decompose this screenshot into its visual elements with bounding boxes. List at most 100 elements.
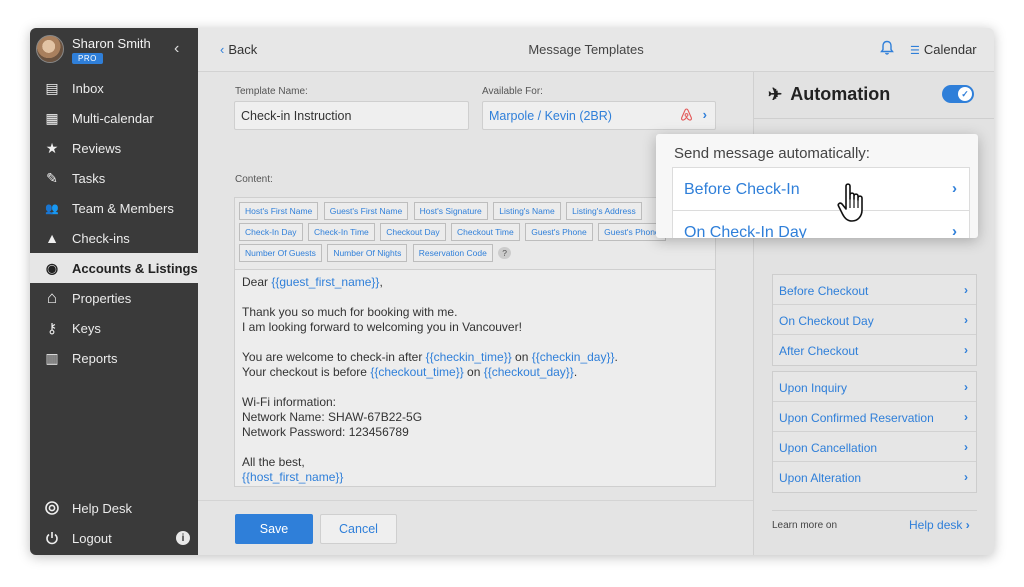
template-name-input[interactable]: Check-in Instruction <box>234 101 469 130</box>
tag-number-of-guests[interactable]: Number Of Guests <box>239 244 322 262</box>
help-icon[interactable]: ? <box>498 247 512 259</box>
tag-checkout-day[interactable]: Checkout Day <box>380 223 446 241</box>
trigger-label: Upon Confirmed Reservation <box>779 411 934 425</box>
trigger-before-checkout[interactable]: Before Checkout › <box>773 275 976 305</box>
sidebar-item-team-members[interactable]: 👥 Team & Members <box>30 193 198 223</box>
sidebar-item-label: Multi-calendar <box>72 110 154 126</box>
chevron-right-icon: › <box>964 380 968 394</box>
trigger-on-checkout-day[interactable]: On Checkout Day › <box>773 305 976 335</box>
tag-check-in-day[interactable]: Check-In Day <box>239 223 303 241</box>
variable-token: {{checkout_day}} <box>483 365 574 379</box>
calendar-grid-icon: ▦ <box>45 109 59 126</box>
power-icon <box>44 530 60 546</box>
learn-more-text: Learn more on <box>772 520 838 531</box>
chevron-right-icon: › <box>965 518 970 532</box>
pro-badge: PRO <box>72 53 103 64</box>
variable-token: {{checkin_time}} <box>425 350 512 364</box>
tag-hosts-first-name[interactable]: Host's First Name <box>239 202 319 220</box>
signoff-text: All the best, <box>242 455 305 469</box>
tasks-icon: ✎ <box>46 169 58 186</box>
sidebar-item-reviews[interactable]: ★ Reviews <box>30 133 198 163</box>
collapse-sidebar-icon[interactable]: ‹ <box>174 40 179 58</box>
tag-guests-first-name[interactable]: Guest's First Name <box>323 202 409 220</box>
calendar-link[interactable]: ☰ Calendar <box>910 42 977 57</box>
sidebar-nav: ▤ Inbox ▦ Multi-calendar ★ Reviews ✎ Tasks 👥… <box>30 73 198 373</box>
tag-listings-address[interactable]: Listing's Address <box>566 202 642 220</box>
tag-listings-name[interactable]: Listing's Name <box>493 202 561 220</box>
info-icon[interactable]: i <box>176 531 190 545</box>
tag-check-in-time[interactable]: Check-In Time <box>307 223 375 241</box>
available-for-label: Available For: <box>482 86 543 97</box>
hand-cursor-icon <box>837 183 863 222</box>
chevron-right-icon: › <box>964 283 968 297</box>
tag-hosts-signature[interactable]: Host's Signature <box>413 202 488 220</box>
page-title: Message Templates <box>528 42 644 57</box>
thanks-paragraph: Thank you so much for booking with me. I … <box>242 305 708 335</box>
message-body-editor[interactable]: Dear {{guest_first_name}}, Thank you so … <box>234 269 716 487</box>
on-text: on <box>511 350 532 364</box>
save-button[interactable]: Save <box>235 514 313 544</box>
tag-reservation-code[interactable]: Reservation Code <box>412 244 493 262</box>
trigger-label: Before Checkout <box>779 284 869 298</box>
sidebar-item-keys[interactable]: ⚷ Keys <box>30 313 198 343</box>
checkin-text: You are welcome to check-in after <box>242 350 426 364</box>
chevron-right-icon: › <box>964 410 968 424</box>
variable-token: {{checkout_time}} <box>370 365 464 379</box>
trigger-upon-alteration[interactable]: Upon Alteration › <box>773 462 976 492</box>
form-footer: Save Cancel <box>198 500 753 555</box>
popup-option-on-check-in-day[interactable]: On Check-In Day › <box>672 210 970 238</box>
greeting-text: Dear <box>242 275 272 289</box>
sidebar-item-label: Inbox <box>72 80 104 96</box>
wifi-name: Network Name: SHAW-67B22-5G <box>242 410 423 424</box>
period: . <box>614 350 618 364</box>
sidebar-item-multi-calendar[interactable]: ▦ Multi-calendar <box>30 103 198 133</box>
tag-guests-phone[interactable]: Guest's Phone <box>525 223 593 241</box>
sidebar-item-inbox[interactable]: ▤ Inbox <box>30 73 198 103</box>
calendar-search-icon: ☰ <box>910 45 920 57</box>
top-header: ‹ Back Message Templates ☰ Calendar <box>198 28 994 72</box>
user-profile[interactable]: Sharon Smith PRO ‹ <box>30 28 198 72</box>
home-icon: ⌂ <box>46 288 58 307</box>
cancel-button[interactable]: Cancel <box>320 514 397 544</box>
popup-title: Send message automatically: <box>674 145 870 162</box>
airbnb-icon <box>680 108 693 124</box>
reports-icon: ▥ <box>45 349 59 366</box>
sidebar-item-accounts-listings[interactable]: ◉ Accounts & Listings <box>30 253 198 283</box>
trigger-upon-inquiry[interactable]: Upon Inquiry › <box>773 372 976 402</box>
popup-option-before-check-in[interactable]: Before Check-In › <box>672 167 970 211</box>
sidebar-item-tasks[interactable]: ✎ Tasks <box>30 163 198 193</box>
available-for-select[interactable]: Marpole / Kevin (2BR) › <box>482 101 716 130</box>
option-label: Before Check-In <box>684 181 800 198</box>
sidebar-item-reports[interactable]: ▥ Reports <box>30 343 198 373</box>
inbox-icon: ▤ <box>45 79 59 96</box>
bell-icon[interactable] <box>880 40 894 56</box>
sidebar-item-label: Reports <box>72 350 118 366</box>
period: . <box>573 365 578 379</box>
checkin-icon: ▲ <box>45 230 59 246</box>
wifi-title: Wi-Fi information: <box>242 395 337 409</box>
chevron-right-icon: › <box>964 313 968 327</box>
sidebar-item-logout[interactable]: Logout i <box>30 523 198 553</box>
trigger-upon-confirmed-reservation[interactable]: Upon Confirmed Reservation › <box>773 402 976 432</box>
chevron-right-icon: › <box>702 107 707 122</box>
help-desk-link-label: Help desk <box>909 518 963 532</box>
automation-toggle[interactable]: ✓ <box>942 85 974 103</box>
tag-checkout-time[interactable]: Checkout Time <box>451 223 520 241</box>
wifi-paragraph: Wi-Fi information: Network Name: SHAW-67B… <box>242 395 708 440</box>
sidebar-item-properties[interactable]: ⌂ Properties <box>30 283 198 313</box>
chevron-right-icon: › <box>952 223 957 238</box>
sidebar-item-label: Accounts & Listings <box>72 260 198 276</box>
help-desk-link[interactable]: Help desk › <box>909 518 970 532</box>
sidebar-item-check-ins[interactable]: ▲ Check-ins <box>30 223 198 253</box>
trigger-after-checkout[interactable]: After Checkout › <box>773 335 976 365</box>
avatar[interactable] <box>36 35 64 63</box>
trigger-label: After Checkout <box>779 344 859 358</box>
sidebar-bottom: Help Desk Logout i <box>30 493 198 553</box>
thanks-line-1: Thank you so much for booking with me. <box>242 305 458 319</box>
trigger-upon-cancellation[interactable]: Upon Cancellation › <box>773 432 976 462</box>
sidebar-item-label: Team & Members <box>72 200 174 216</box>
trigger-group-checkout: Before Checkout › On Checkout Day › After … <box>772 274 977 366</box>
divider <box>754 118 994 119</box>
sidebar-item-help-desk[interactable]: Help Desk <box>30 493 198 523</box>
tag-number-of-nights[interactable]: Number Of Nights <box>327 244 408 262</box>
